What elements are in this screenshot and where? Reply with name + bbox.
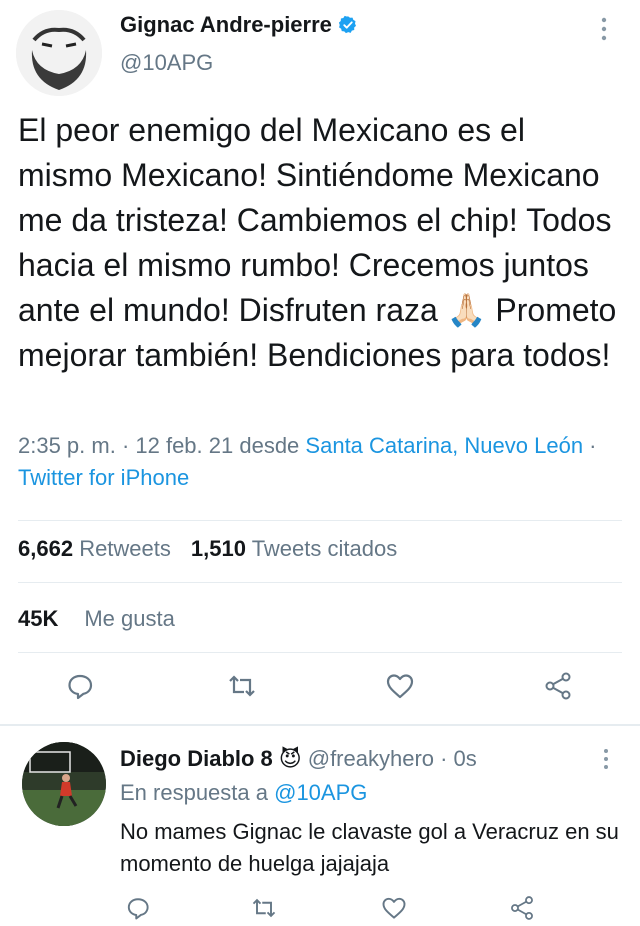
- share-icon[interactable]: [542, 670, 574, 702]
- reply-to-label: En respuesta a: [120, 780, 275, 805]
- like-icon[interactable]: [384, 670, 416, 702]
- likes-label: Me gusta: [84, 606, 175, 631]
- meta-separator: ·: [583, 433, 597, 458]
- tweet-timestamp[interactable]: 2:35 p. m. · 12 feb. 21 desde: [18, 433, 305, 458]
- more-vertical-icon[interactable]: [596, 14, 612, 44]
- divider: [18, 652, 622, 653]
- more-vertical-icon[interactable]: [598, 746, 614, 772]
- avatar-soccer-photo: [22, 742, 106, 826]
- tweet-source-link[interactable]: Twitter for iPhone: [18, 465, 189, 490]
- reply-header: Diego Diablo 8 😈 @freakyhero · 0s: [120, 746, 477, 772]
- reply-to-handle-link[interactable]: @10APG: [274, 780, 367, 805]
- reply-handle-time[interactable]: @freakyhero · 0s: [308, 746, 477, 772]
- likes-stat[interactable]: 45K Me gusta: [18, 606, 175, 632]
- author-avatar[interactable]: [16, 10, 102, 96]
- share-icon[interactable]: [508, 894, 536, 922]
- reply-author-avatar[interactable]: [22, 742, 106, 826]
- author-name-row[interactable]: Gignac Andre-pierre: [120, 12, 358, 38]
- reply-author-name[interactable]: Diego Diablo 8: [120, 746, 273, 772]
- reply-icon[interactable]: [124, 894, 152, 922]
- tweet-meta: 2:35 p. m. · 12 feb. 21 desde Santa Cata…: [18, 430, 628, 494]
- like-icon[interactable]: [380, 894, 408, 922]
- section-separator: [0, 724, 640, 726]
- tweet-location-link[interactable]: Santa Catarina, Nuevo León: [305, 433, 583, 458]
- quotes-count: 1,510: [190, 536, 246, 561]
- retweets-stat[interactable]: 6,662 Retweets: [18, 536, 171, 562]
- retweet-stats: 6,662 Retweets 1,510 Tweets citados: [18, 536, 397, 562]
- divider: [18, 582, 622, 583]
- retweet-icon[interactable]: [226, 670, 258, 702]
- author-name[interactable]: Gignac Andre-pierre: [120, 12, 332, 38]
- retweet-icon[interactable]: [250, 894, 278, 922]
- tweet-text: El peor enemigo del Mexicano es el mismo…: [18, 112, 617, 373]
- author-handle[interactable]: @10APG: [120, 50, 213, 76]
- divider: [18, 520, 622, 521]
- quotes-stat[interactable]: 1,510 Tweets citados: [191, 536, 397, 562]
- reply-action-bar: [0, 894, 640, 926]
- verified-badge-icon: [338, 15, 356, 34]
- reply-to-line: En respuesta a @10APG: [120, 780, 367, 806]
- reply-icon[interactable]: [64, 670, 96, 702]
- reply-text: No mames Gignac le clavaste gol a Veracr…: [120, 819, 619, 876]
- devil-emoji-icon: 😈: [278, 746, 302, 771]
- likes-count: 45K: [18, 606, 59, 631]
- retweets-label: Retweets: [79, 536, 171, 561]
- quotes-label: Tweets citados: [251, 536, 398, 561]
- tweet-action-bar: [0, 670, 640, 710]
- retweets-count: 6,662: [18, 536, 74, 561]
- avatar-face-illustration: [16, 10, 102, 96]
